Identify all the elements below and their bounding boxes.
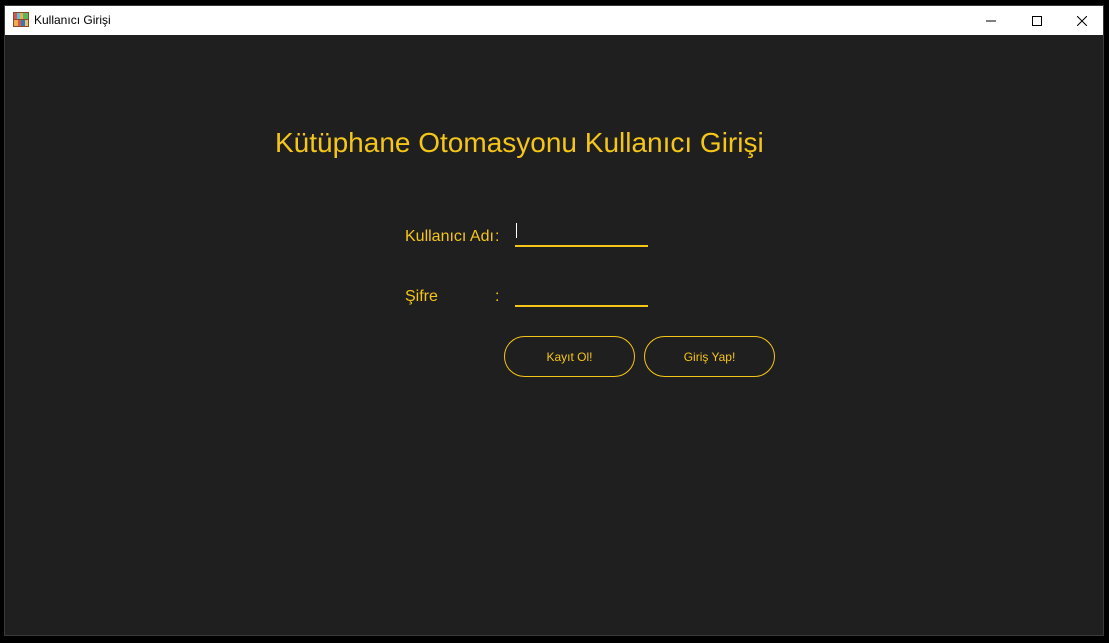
minimize-button[interactable]: [968, 6, 1014, 35]
maximize-button[interactable]: [1014, 6, 1060, 35]
title-bar[interactable]: Kullanıcı Girişi: [5, 6, 1103, 35]
maximize-icon: [1032, 15, 1042, 26]
login-button[interactable]: Giriş Yap!: [644, 336, 775, 377]
page-title: Kütüphane Otomasyonu Kullanıcı Girişi: [275, 127, 764, 158]
login-panel: Kütüphane Otomasyonu Kullanıcı Girişi Ku…: [5, 35, 1103, 635]
username-input[interactable]: [515, 225, 648, 247]
close-button[interactable]: [1059, 6, 1105, 35]
register-button[interactable]: Kayıt Ol!: [504, 336, 635, 377]
password-input[interactable]: [515, 285, 648, 307]
bookshelf-icon: [13, 12, 29, 27]
minimize-icon: [986, 16, 996, 26]
close-icon: [1077, 15, 1087, 26]
login-window: Kullanıcı Girişi Kütüphane Otomasyonu Ku…: [4, 5, 1104, 636]
window-title: Kullanıcı Girişi: [34, 13, 111, 27]
password-label: Şifre: [405, 288, 438, 305]
username-label: Kullanıcı Adı: [405, 228, 494, 245]
username-colon: :: [495, 228, 500, 245]
text-caret: [516, 223, 517, 238]
password-colon: :: [495, 288, 500, 305]
